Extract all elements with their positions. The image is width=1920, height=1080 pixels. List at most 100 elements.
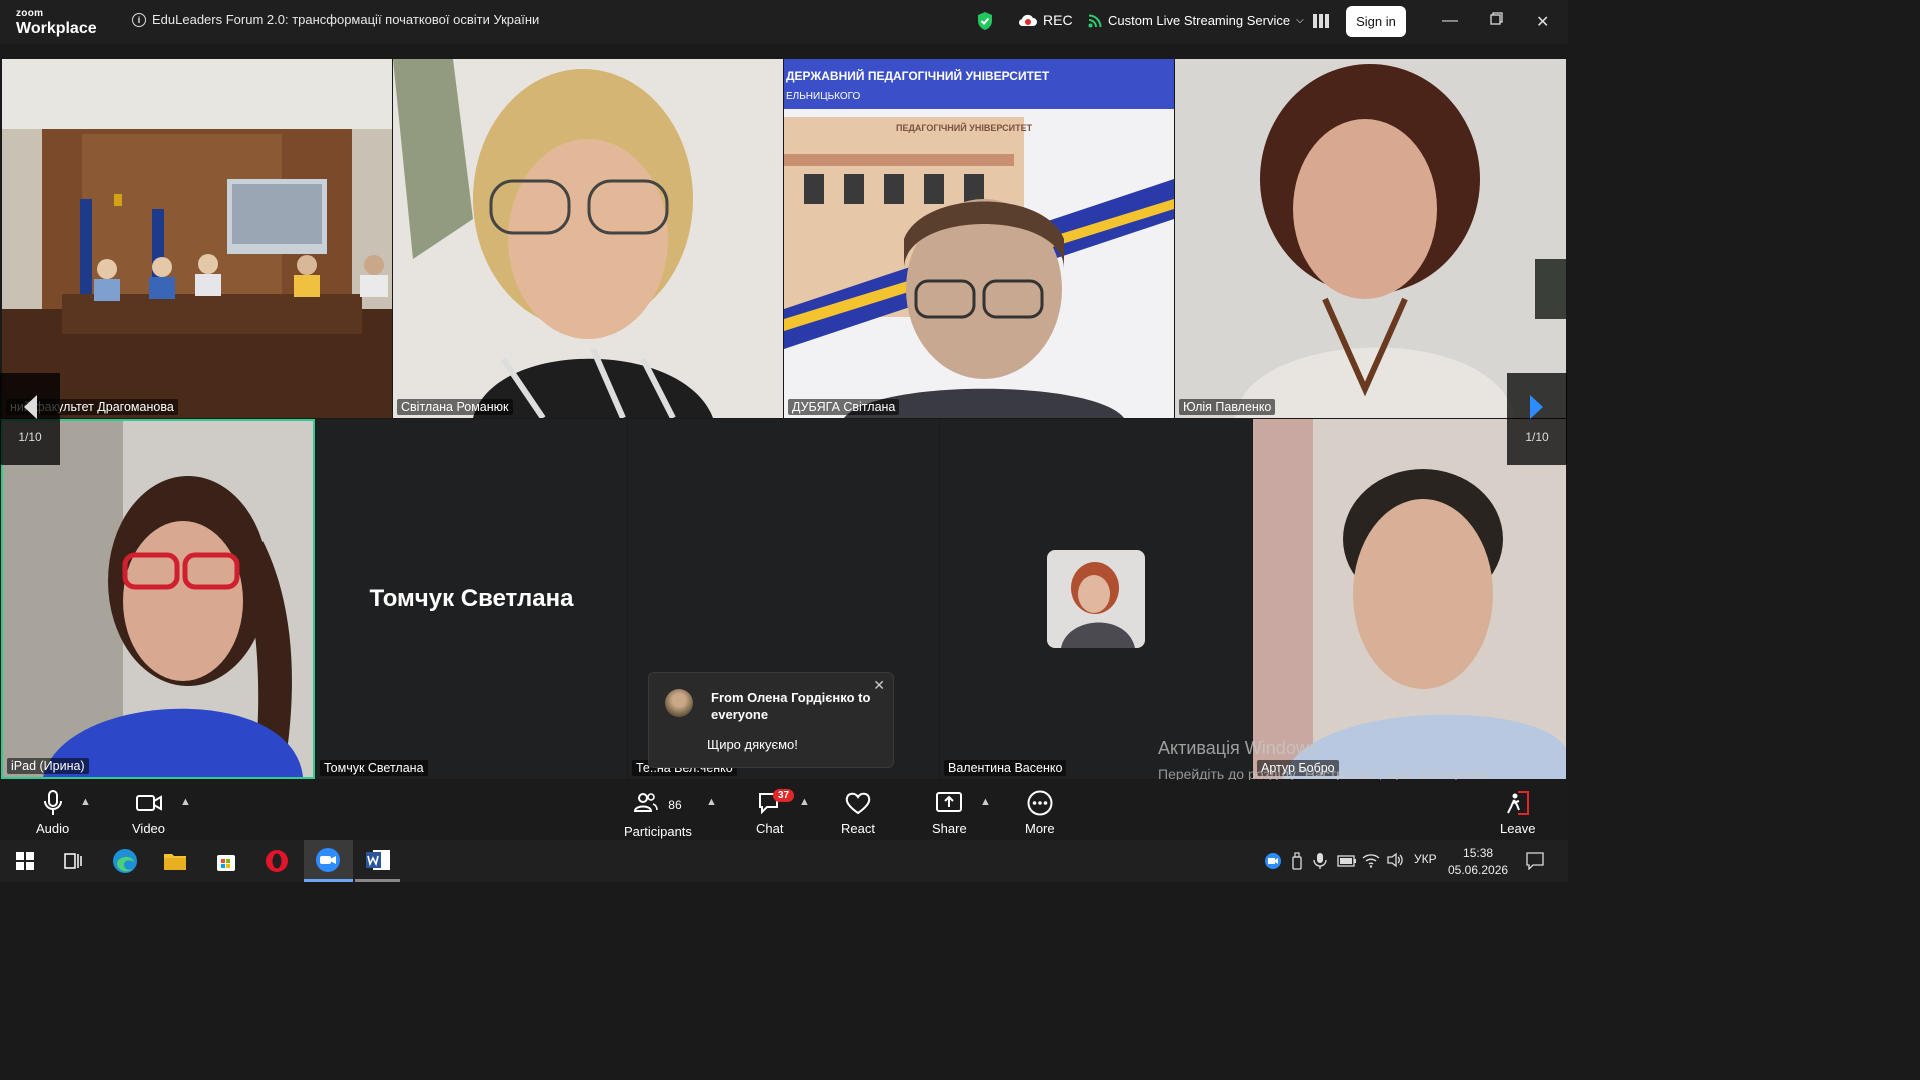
clock-date: 05.06.2026 [1448,863,1509,877]
system-clock[interactable]: 15:38 05.06.2026 [1448,845,1508,879]
share-label: Share [932,821,967,836]
page-indicator: 1/10 [1525,430,1549,444]
react-label: React [841,821,875,836]
video-tile-svitlana-romaniuk[interactable]: Світлана Романюк [393,59,783,418]
microphone-icon [43,790,62,815]
share-screen-icon [936,792,963,812]
chat-options-caret[interactable]: ▲ [799,796,810,808]
video-tile-valentyna-vasenko[interactable]: Валентина Васенко [940,419,1252,779]
audio-label: Audio [36,821,70,836]
zoom-tray-icon[interactable] [1264,852,1282,875]
wifi-icon[interactable] [1362,852,1380,873]
zoom-app-icon [316,848,340,872]
zoom-taskbar-button[interactable] [304,840,353,882]
logo-bottom-text: Workplace [16,20,97,37]
conference-room-video [2,59,392,418]
live-streaming-menu[interactable]: Custom Live Streaming Service ⌵ [1088,13,1304,28]
chat-unread-badge: 37 [773,789,795,802]
video-options-caret[interactable]: ▲ [180,796,191,808]
restore-icon[interactable] [1490,12,1503,30]
heart-icon [845,792,871,815]
meeting-toolbar: Audio ▲ Video ▲ 86 Participants ▲ Chat 3… [0,780,1568,840]
participant-name: Томчук Светлана [320,760,428,776]
audio-options-caret[interactable]: ▲ [80,796,91,808]
notifications-icon[interactable] [1526,852,1544,875]
sender-avatar [665,689,693,717]
participant-video [1253,419,1566,779]
mic-tray-icon[interactable] [1313,852,1327,875]
chat-label: Chat [756,821,784,836]
participant-video [784,59,1174,418]
leave-button[interactable]: Leave [1500,790,1535,836]
encryption-shield-icon[interactable] [976,11,994,36]
video-tile-artur-bobro[interactable]: Артур Бобро [1253,419,1566,779]
participant-video [3,421,313,777]
meeting-title: EduLeaders Forum 2.0: трансформації поча… [152,12,540,27]
usb-device-icon[interactable] [1291,852,1303,875]
more-label: More [1025,821,1055,836]
sign-in-button[interactable]: Sign in [1346,6,1406,37]
react-button[interactable]: React [841,790,875,836]
participant-name: ДУБЯГА Світлана [788,399,900,415]
audio-button[interactable]: Audio [36,790,69,836]
participants-label: Participants [624,824,692,839]
chevron-right-icon [1530,395,1543,419]
video-camera-icon [135,795,162,811]
battery-icon[interactable] [1337,854,1357,872]
opera-browser-icon[interactable] [262,846,292,876]
leave-icon [1506,791,1529,815]
zoom-window: { "app": { "logo_top": "zoom", "logo_bot… [0,0,1568,882]
cloud-record-icon [1018,14,1037,27]
edge-browser-icon[interactable] [110,846,140,876]
title-bar: zoom Workplace i EduLeaders Forum 2.0: т… [0,0,1568,44]
meeting-info[interactable]: i EduLeaders Forum 2.0: трансформації по… [132,12,539,27]
chat-sender: From Олена Гордієнко to everyone [711,690,871,722]
gallery-layout-icon[interactable] [1312,12,1330,35]
previous-page-button[interactable]: 1/10 [0,373,60,465]
chat-notification[interactable]: From Олена Гордієнко to everyone Щиро дя… [648,672,894,768]
logo-top-text: zoom [16,8,44,19]
word-taskbar-button[interactable] [355,840,400,882]
participant-display-name: Томчук Светлана [369,585,574,612]
more-icon [1027,790,1053,816]
participant-video [1175,59,1566,418]
input-language[interactable]: УКР [1414,852,1437,866]
windows-activation-title: Активація Windows [1158,738,1318,758]
chevron-down-icon: ⌵ [1296,15,1304,26]
chevron-left-icon [24,395,37,419]
task-view-icon[interactable] [58,846,88,876]
participant-name: Світлана Романюк [397,399,513,415]
participants-button[interactable]: 86 Participants [624,790,692,839]
page-indicator: 1/10 [18,430,42,444]
clock-time: 15:38 [1463,846,1494,860]
profile-picture [1047,550,1145,648]
next-page-button[interactable]: 1/10 [1507,373,1567,465]
video-tile-yulia-pavlenko[interactable]: Юлія Павленко [1175,59,1566,418]
participant-name: Валентина Васенко [944,760,1067,776]
share-button[interactable]: Share [932,790,967,836]
video-tile-ipad-iryna-active-speaker[interactable]: iPad (Ирина) [1,419,315,779]
speaker-icon[interactable] [1386,852,1404,873]
microsoft-store-icon[interactable] [211,846,241,876]
video-tile-tomchuk-svetlana[interactable]: Томчук Светлана Томчук Светлана [316,419,627,779]
minimize-icon[interactable]: — [1442,12,1458,30]
file-explorer-icon[interactable] [160,846,190,876]
building-sign: ПЕДАГОГІЧНИЙ УНІВЕРСИТЕТ [896,123,1033,133]
windows-start-icon[interactable] [10,846,40,876]
participant-video [393,59,783,418]
close-icon[interactable]: ✕ [873,677,885,694]
recording-indicator[interactable]: REC [1018,12,1073,28]
more-button[interactable]: More [1025,790,1055,836]
banner-line2: ЕЛЬНИЦЬКОГО [786,91,861,102]
video-label: Video [132,821,166,836]
zoom-logo: zoom Workplace [16,9,97,37]
leave-label: Leave [1500,821,1536,836]
share-options-caret[interactable]: ▲ [980,796,991,808]
close-icon[interactable]: ✕ [1536,12,1549,32]
participants-options-caret[interactable]: ▲ [706,796,717,808]
video-button[interactable]: Video [132,790,165,836]
info-icon[interactable]: i [132,12,146,27]
windows-taskbar: УКР 15:38 05.06.2026 [0,840,1568,882]
video-tile-conference-room[interactable]: ний факультет Драгоманова [2,59,392,418]
video-tile-dubiaga-svitlana[interactable]: ДЕРЖАВНИЙ ПЕДАГОГІЧНИЙ УНІВЕРСИТЕТ ЕЛЬНИ… [784,59,1174,418]
